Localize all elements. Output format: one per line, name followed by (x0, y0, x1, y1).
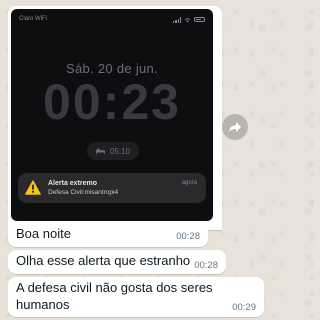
message-text: Boa noite (16, 226, 71, 241)
alarm-time: 05:10 (109, 146, 131, 156)
chat-message[interactable]: Boa noite 00:28 (8, 223, 208, 247)
message-text: A defesa civil não gosta dos seres human… (16, 280, 213, 312)
signal-icon (173, 17, 181, 23)
message-timestamp: 00:28 (194, 260, 218, 271)
lockscreen-screenshot[interactable]: Claro WiFi Sáb. 20 de jun. 00:23 05:10 A… (11, 9, 213, 221)
bed-icon (95, 148, 105, 154)
emergency-alert-notification[interactable]: Alerta extremo Defesa Civil:misantropi4 … (18, 173, 206, 203)
forward-icon (229, 122, 241, 132)
status-bar: Claro WiFi (19, 16, 205, 26)
chat-message[interactable]: A defesa civil não gosta dos seres human… (8, 277, 264, 317)
carrier-label: Claro WiFi (19, 16, 47, 22)
chat-message[interactable]: Olha esse alerta que estranho 00:28 (8, 250, 226, 274)
notification-body: Defesa Civil:misantropi4 (48, 189, 119, 196)
battery-icon (194, 17, 205, 22)
lockscreen-clock: 00:23 (43, 74, 181, 130)
warning-icon (25, 180, 41, 195)
image-message[interactable]: Claro WiFi Sáb. 20 de jun. 00:23 05:10 A… (8, 6, 222, 230)
notification-time: agora (181, 180, 197, 186)
alarm-widget: 05:10 (87, 142, 139, 160)
wifi-icon (184, 18, 191, 23)
message-timestamp: 00:28 (176, 231, 200, 242)
message-text: Olha esse alerta que estranho (16, 253, 191, 268)
forward-button[interactable] (222, 114, 248, 140)
message-timestamp: 00:29 (232, 302, 256, 313)
notification-title: Alerta extremo (48, 180, 98, 187)
